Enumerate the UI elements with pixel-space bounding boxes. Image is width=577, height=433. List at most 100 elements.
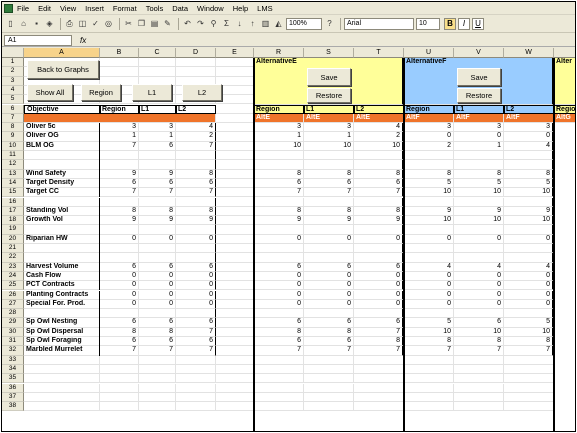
grid-cell[interactable] <box>216 337 254 347</box>
grid-cell[interactable] <box>176 383 216 393</box>
grid-cell[interactable] <box>354 355 404 365</box>
alt-f-score-cell[interactable]: 0 <box>504 281 554 291</box>
autosum-icon[interactable]: Σ <box>221 19 232 30</box>
alt-f-score-cell[interactable]: 4 <box>454 262 504 272</box>
grid-cell[interactable] <box>139 58 176 68</box>
alt-e-score-cell[interactable]: 0 <box>304 299 354 310</box>
grid-cell[interactable] <box>454 364 504 375</box>
grid-cell[interactable] <box>504 355 554 365</box>
region-score-cell[interactable]: 0 <box>139 299 176 310</box>
open-icon[interactable]: ⌂ <box>18 19 29 30</box>
alt-e-score-cell[interactable]: 6 <box>354 318 404 328</box>
drawing-icon[interactable]: ◭ <box>273 19 284 30</box>
alt-f-score-cell[interactable]: 8 <box>504 337 554 347</box>
alt-e-score-cell[interactable]: 8 <box>304 206 354 217</box>
alt-f-score-cell[interactable]: 10 <box>454 327 504 337</box>
column-header-r[interactable]: R <box>254 48 304 58</box>
alt-f-score-cell[interactable]: 0 <box>454 271 504 282</box>
row-header-12[interactable]: 12 <box>2 160 24 170</box>
alt-e-score-cell[interactable] <box>254 225 304 235</box>
region-score-cell[interactable]: 3 <box>100 123 139 133</box>
alt-e-score-cell[interactable] <box>304 197 354 207</box>
grid-cell[interactable] <box>24 392 100 403</box>
row-header-34[interactable]: 34 <box>2 364 24 375</box>
alt-f-score-cell[interactable] <box>454 160 504 170</box>
region-score-cell[interactable]: 0 <box>176 234 216 244</box>
alt-f-score-cell[interactable] <box>454 151 504 161</box>
grid-cell[interactable] <box>24 383 100 393</box>
region-score-cell[interactable] <box>100 160 139 170</box>
grid-cell[interactable] <box>504 392 554 403</box>
row-header-35[interactable]: 35 <box>2 374 24 384</box>
region-score-cell[interactable]: 9 <box>139 216 176 226</box>
region-score-cell[interactable] <box>176 197 216 207</box>
grid-cell[interactable] <box>216 234 254 244</box>
grid-cell[interactable] <box>24 402 100 412</box>
alt-f-score-cell[interactable] <box>454 225 504 235</box>
alt-f-score-cell[interactable]: 3 <box>504 123 554 133</box>
region-score-cell[interactable]: 6 <box>100 337 139 347</box>
menu-data[interactable]: Data <box>172 4 188 13</box>
alt-f-score-cell[interactable]: 4 <box>404 262 454 272</box>
grid-cell[interactable] <box>216 104 254 114</box>
row-header-13[interactable]: 13 <box>2 169 24 179</box>
region-score-cell[interactable]: 0 <box>176 271 216 282</box>
region-score-cell[interactable] <box>139 253 176 263</box>
alt-e-score-cell[interactable]: 6 <box>304 318 354 328</box>
region-score-cell[interactable]: 6 <box>100 262 139 272</box>
row-header-33[interactable]: 33 <box>2 355 24 365</box>
alt-f-score-cell[interactable]: 5 <box>404 178 454 189</box>
row-header-32[interactable]: 32 <box>2 346 24 356</box>
region-score-cell[interactable] <box>139 160 176 170</box>
alt-f-score-cell[interactable]: 10 <box>404 216 454 226</box>
region-score-cell[interactable] <box>176 309 216 319</box>
alt-e-score-cell[interactable]: 7 <box>254 188 304 198</box>
row-header-25[interactable]: 25 <box>2 281 24 291</box>
alt-f-score-cell[interactable]: 8 <box>454 169 504 179</box>
menu-help[interactable]: Help <box>233 4 248 13</box>
grid-cell[interactable] <box>216 364 254 375</box>
grid-cell[interactable] <box>216 141 254 151</box>
grid-cell[interactable] <box>216 383 254 393</box>
region-score-cell[interactable]: 6 <box>139 141 176 151</box>
row-header-31[interactable]: 31 <box>2 337 24 347</box>
alt-e-score-cell[interactable]: 6 <box>254 318 304 328</box>
region-button[interactable]: Region <box>81 84 121 101</box>
alt-f-score-cell[interactable] <box>504 225 554 235</box>
alt-f-score-cell[interactable]: 0 <box>404 299 454 310</box>
grid-cell[interactable] <box>216 392 254 403</box>
region-score-cell[interactable]: 7 <box>100 346 139 356</box>
grid-cell[interactable] <box>216 225 254 235</box>
grid-cell[interactable] <box>176 374 216 384</box>
row-header-30[interactable]: 30 <box>2 327 24 337</box>
region-score-cell[interactable] <box>139 309 176 319</box>
alt-e-score-cell[interactable]: 7 <box>304 346 354 356</box>
alt-f-score-cell[interactable] <box>454 309 504 319</box>
grid-cell[interactable] <box>100 374 139 384</box>
row-header-11[interactable]: 11 <box>2 151 24 161</box>
alt-e-score-cell[interactable]: 10 <box>354 141 404 151</box>
alt-e-score-cell[interactable]: 6 <box>304 178 354 189</box>
alt-f-score-cell[interactable]: 0 <box>504 234 554 244</box>
alt-f-score-cell[interactable]: 4 <box>504 262 554 272</box>
grid-cell[interactable] <box>504 374 554 384</box>
alt-e-score-cell[interactable] <box>254 197 304 207</box>
alt-f-score-cell[interactable] <box>504 160 554 170</box>
grid-cell[interactable] <box>24 364 100 375</box>
region-score-cell[interactable]: 7 <box>176 346 216 356</box>
undo-icon[interactable]: ↶ <box>182 19 193 30</box>
column-header-u[interactable]: U <box>404 48 454 58</box>
grid-cell[interactable] <box>176 58 216 68</box>
alt-f-score-cell[interactable]: 0 <box>454 290 504 300</box>
alt-e-score-cell[interactable]: 2 <box>354 132 404 142</box>
region-score-cell[interactable]: 8 <box>100 206 139 217</box>
region-score-cell[interactable] <box>100 253 139 263</box>
region-score-cell[interactable] <box>139 151 176 161</box>
grid-cell[interactable] <box>254 402 304 412</box>
column-header-v[interactable]: V <box>454 48 504 58</box>
alt-f-score-cell[interactable]: 8 <box>454 337 504 347</box>
grid-cell[interactable] <box>100 364 139 375</box>
grid-cell[interactable] <box>216 281 254 291</box>
column-header-b[interactable]: B <box>100 48 139 58</box>
region-score-cell[interactable] <box>176 244 216 254</box>
